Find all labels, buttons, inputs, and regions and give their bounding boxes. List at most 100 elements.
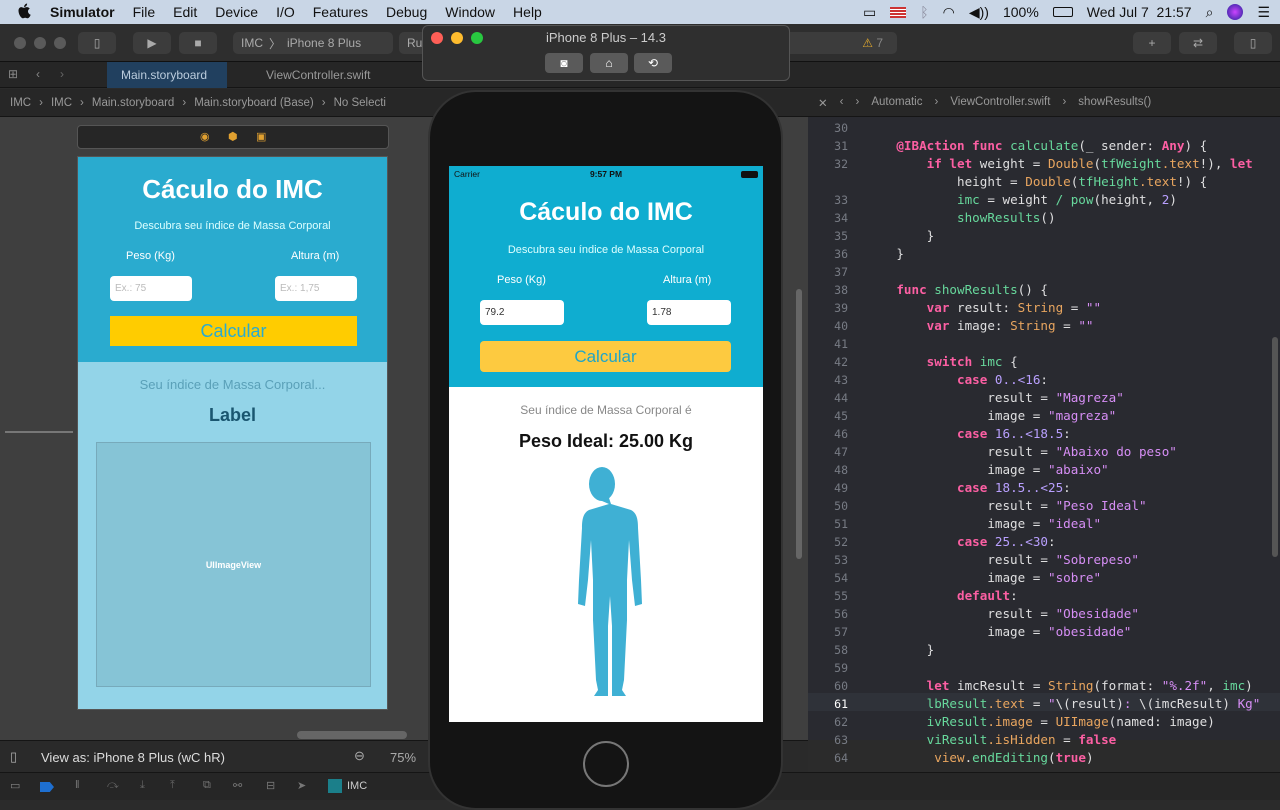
line-number[interactable]: 36 bbox=[808, 247, 848, 261]
calculate-button[interactable]: Calcular bbox=[480, 341, 731, 372]
close-button[interactable] bbox=[14, 37, 26, 49]
siri-icon[interactable] bbox=[1227, 4, 1244, 20]
line-number[interactable]: 60 bbox=[808, 679, 848, 693]
calculate-button[interactable]: Calcular bbox=[110, 316, 357, 346]
line-number[interactable]: 62 bbox=[808, 715, 848, 729]
breadcrumb-item[interactable]: Main.storyboard (Base) bbox=[194, 97, 314, 109]
line-number[interactable]: 52 bbox=[808, 535, 848, 549]
wifi-icon[interactable]: ◠ bbox=[943, 4, 955, 21]
step-out-icon[interactable]: ⤒ bbox=[170, 779, 175, 792]
notification-center-icon[interactable]: ☰ bbox=[1257, 4, 1270, 21]
zoom-level[interactable]: 75% bbox=[390, 750, 416, 765]
line-number[interactable]: 47 bbox=[808, 445, 848, 459]
flag-icon[interactable] bbox=[890, 6, 907, 18]
view-debugger-icon[interactable]: ⧉ bbox=[203, 779, 211, 792]
line-number[interactable]: 33 bbox=[808, 193, 848, 207]
height-field[interactable]: 1.78 bbox=[647, 300, 731, 325]
grid-icon[interactable]: ⊞ bbox=[8, 67, 18, 81]
line-number[interactable]: 31 bbox=[808, 139, 848, 153]
weight-field[interactable]: Ex.: 75 bbox=[110, 276, 192, 301]
simulator-window-titlebar[interactable]: iPhone 8 Plus – 14.3 ◙ ⌂ ⟲ bbox=[422, 25, 790, 81]
menu-features[interactable]: Features bbox=[304, 4, 377, 20]
inspector-toggle-icon[interactable]: ▯ bbox=[1234, 32, 1272, 54]
line-number[interactable]: 48 bbox=[808, 463, 848, 477]
menu-help[interactable]: Help bbox=[504, 4, 551, 20]
vertical-scrollbar[interactable] bbox=[796, 289, 802, 559]
line-number[interactable]: 55 bbox=[808, 589, 848, 603]
line-number[interactable]: 50 bbox=[808, 499, 848, 513]
breadcrumb-item[interactable]: IMC bbox=[51, 97, 72, 109]
memory-graph-icon[interactable]: ⚯ bbox=[233, 779, 242, 792]
spotlight-icon[interactable]: ⌕ bbox=[1206, 4, 1214, 21]
volume-icon[interactable]: ◀)) bbox=[969, 4, 989, 21]
screenshot-button[interactable]: ◙ bbox=[545, 53, 583, 73]
line-number[interactable]: 53 bbox=[808, 553, 848, 567]
line-number[interactable]: 63 bbox=[808, 733, 848, 747]
back-icon[interactable]: ‹ bbox=[36, 67, 40, 81]
horizontal-scrollbar[interactable] bbox=[297, 731, 407, 739]
menu-edit[interactable]: Edit bbox=[164, 4, 206, 20]
navigator-toggle-icon[interactable]: ▯ bbox=[78, 32, 116, 54]
clock[interactable]: Wed Jul 7 21:57 bbox=[1087, 4, 1192, 20]
line-number[interactable]: 51 bbox=[808, 517, 848, 531]
menu-debug[interactable]: Debug bbox=[377, 4, 436, 20]
environment-overrides-icon[interactable]: ⊟ bbox=[266, 779, 275, 792]
hide-debug-icon[interactable]: ▭ bbox=[10, 779, 20, 792]
scheme-selector[interactable]: IMC 〉 iPhone 8 Plus bbox=[233, 32, 393, 54]
line-number[interactable]: 58 bbox=[808, 643, 848, 657]
battery-icon[interactable] bbox=[1052, 7, 1073, 17]
forward-icon[interactable]: › bbox=[60, 67, 64, 81]
pause-icon[interactable]: ‖ bbox=[75, 779, 80, 791]
apple-menu-icon[interactable] bbox=[0, 3, 41, 22]
exit-icon[interactable]: ▣ bbox=[256, 130, 266, 143]
breadcrumb-item[interactable]: Main.storyboard bbox=[92, 97, 174, 109]
simulator-screen[interactable]: Carrier 9:57 PM Cáculo do IMC Descubra s… bbox=[449, 166, 763, 722]
line-number[interactable]: 37 bbox=[808, 265, 848, 279]
view-as-button[interactable]: View as: iPhone 8 Plus (wC hR) bbox=[41, 750, 225, 765]
line-number[interactable]: 45 bbox=[808, 409, 848, 423]
weight-field[interactable]: 79.2 bbox=[480, 300, 564, 325]
line-number[interactable]: 44 bbox=[808, 391, 848, 405]
tab-viewcontroller-swift[interactable]: ViewController.swift bbox=[252, 62, 384, 88]
line-number[interactable]: 34 bbox=[808, 211, 848, 225]
height-field[interactable]: Ex.: 1,75 bbox=[275, 276, 357, 301]
line-number[interactable]: 39 bbox=[808, 301, 848, 315]
warning-icon[interactable]: ⚠ 7 bbox=[862, 36, 883, 50]
line-number[interactable]: 61 bbox=[808, 697, 848, 711]
menu-device[interactable]: Device bbox=[206, 4, 267, 20]
breakpoints-icon[interactable] bbox=[40, 782, 54, 792]
line-number[interactable]: 38 bbox=[808, 283, 848, 297]
minimize-button[interactable] bbox=[34, 37, 46, 49]
library-button[interactable]: + bbox=[1133, 32, 1171, 54]
forward-icon[interactable]: › bbox=[855, 96, 859, 110]
storyboard-scene[interactable]: Cáculo do IMC Descubra seu índice de Mas… bbox=[77, 156, 388, 710]
line-number[interactable]: 46 bbox=[808, 427, 848, 441]
run-button[interactable]: ▶ bbox=[133, 32, 171, 54]
breadcrumb-method[interactable]: showResults() bbox=[1078, 96, 1151, 110]
menu-app-name[interactable]: Simulator bbox=[41, 4, 124, 20]
menu-io[interactable]: I/O bbox=[267, 4, 304, 20]
zoom-button[interactable] bbox=[54, 37, 66, 49]
home-button-hardware[interactable] bbox=[583, 741, 629, 787]
menu-window[interactable]: Window bbox=[436, 4, 504, 20]
menu-file[interactable]: File bbox=[124, 4, 165, 20]
bluetooth-icon[interactable]: ᛒ bbox=[920, 4, 928, 20]
close-editor-icon[interactable]: ✕ bbox=[818, 96, 828, 110]
line-number[interactable]: 57 bbox=[808, 625, 848, 639]
line-number[interactable]: 64 bbox=[808, 751, 848, 765]
line-number[interactable]: 43 bbox=[808, 373, 848, 387]
line-number[interactable]: 41 bbox=[808, 337, 848, 351]
first-responder-icon[interactable]: ⬢ bbox=[228, 130, 238, 143]
home-button[interactable]: ⌂ bbox=[590, 53, 628, 73]
line-number[interactable]: 42 bbox=[808, 355, 848, 369]
document-outline-icon[interactable]: ▯ bbox=[10, 749, 17, 765]
line-number[interactable]: 56 bbox=[808, 607, 848, 621]
zoom-out-icon[interactable]: ⊖ bbox=[354, 748, 365, 764]
line-number[interactable]: 40 bbox=[808, 319, 848, 333]
editor-scrollbar[interactable] bbox=[1272, 337, 1278, 557]
view-controller-icon[interactable]: ◉ bbox=[200, 130, 210, 143]
breadcrumb-item[interactable]: IMC bbox=[10, 97, 31, 109]
tab-main-storyboard[interactable]: Main.storyboard bbox=[107, 62, 227, 88]
breadcrumb-file[interactable]: ViewController.swift bbox=[950, 96, 1050, 110]
rotate-button[interactable]: ⟲ bbox=[634, 53, 672, 73]
